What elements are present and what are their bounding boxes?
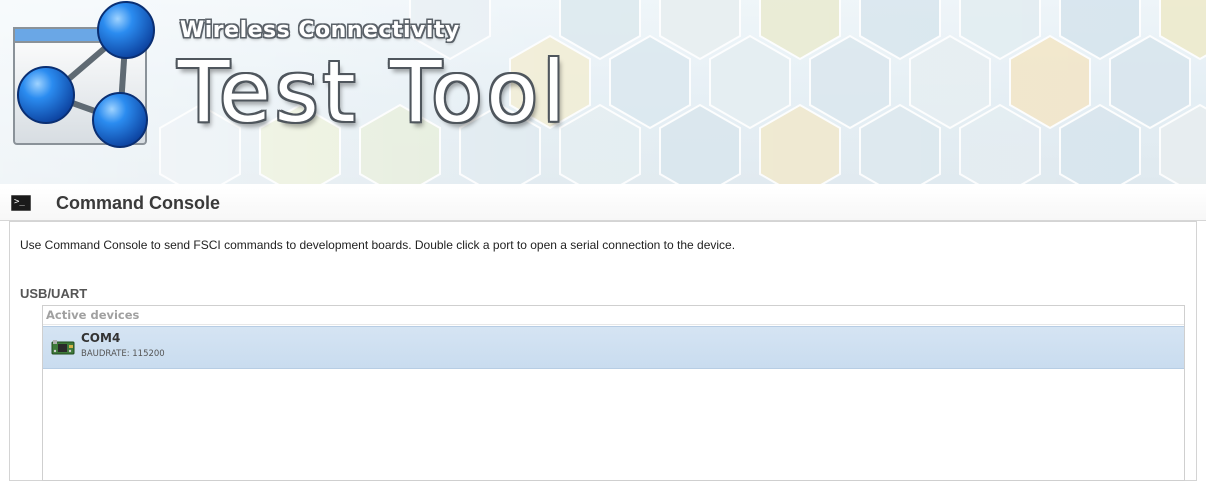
content-panel: Use Command Console to send FSCI command… xyxy=(9,221,1197,481)
device-baudrate: BAUDRATE: 115200 xyxy=(81,349,165,359)
dev-board-icon xyxy=(51,340,75,355)
app-banner: Wireless Connectivity Test Tool xyxy=(0,0,1206,184)
network-nodes-icon xyxy=(13,1,155,148)
device-list[interactable]: Active devices COM4 BAUDRATE: 115200 xyxy=(42,305,1185,481)
device-item-com4[interactable]: COM4 BAUDRATE: 115200 xyxy=(43,326,1184,369)
console-icon: >_ xyxy=(11,195,31,211)
page-title: Command Console xyxy=(56,193,221,213)
section-header: >_ Command Console xyxy=(0,188,1206,221)
group-label-usb-uart: USB/UART xyxy=(20,286,88,301)
product-line-title: Wireless Connectivity xyxy=(180,18,460,43)
console-description: Use Command Console to send FSCI command… xyxy=(20,238,736,252)
baudrate-value: 115200 xyxy=(132,349,165,359)
list-header-active-devices: Active devices xyxy=(43,306,1184,325)
baudrate-label: BAUDRATE: xyxy=(81,349,130,359)
app-title: Test Tool xyxy=(178,43,570,141)
device-name: COM4 xyxy=(81,331,121,345)
